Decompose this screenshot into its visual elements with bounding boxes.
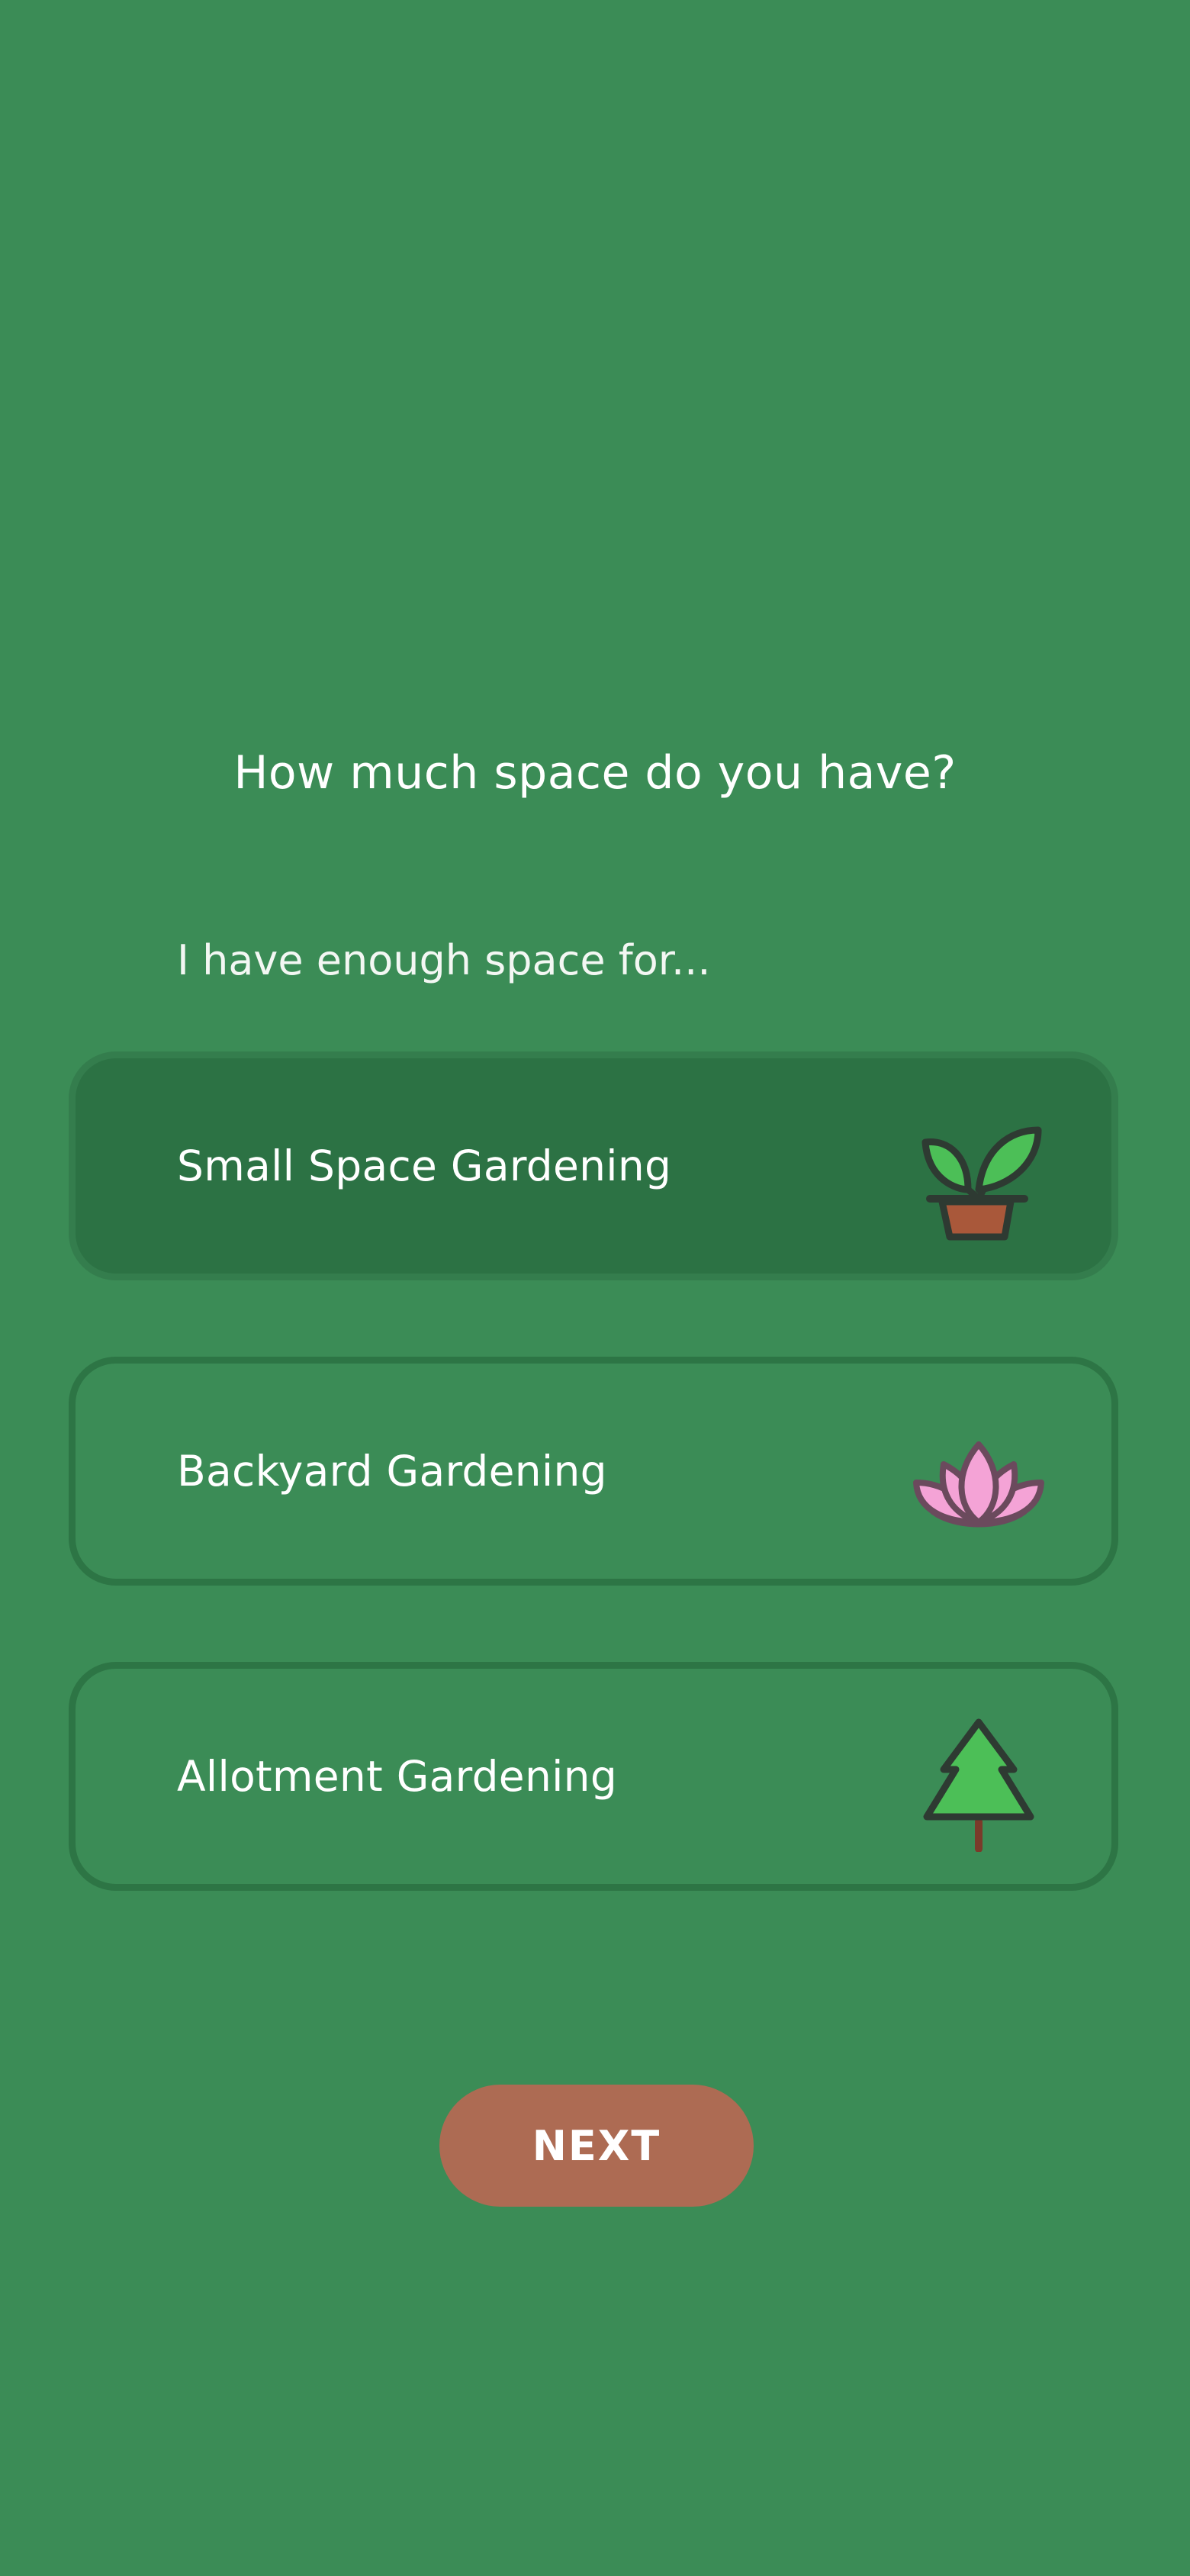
question-title: How much space do you have?: [233, 746, 957, 800]
option-label: Small Space Gardening: [177, 1141, 672, 1190]
pine-tree-icon: [910, 1715, 1047, 1852]
option-allotment-gardening[interactable]: Allotment Gardening: [69, 1662, 1118, 1891]
option-small-space-gardening[interactable]: Small Space Gardening: [69, 1051, 1118, 1280]
subtitle: I have enough space for...: [177, 936, 711, 984]
option-label: Allotment Gardening: [177, 1752, 618, 1801]
lotus-flower-icon: [910, 1409, 1047, 1547]
option-backyard-gardening[interactable]: Backyard Gardening: [69, 1357, 1118, 1586]
option-label: Backyard Gardening: [177, 1447, 607, 1496]
next-button[interactable]: NEXT: [439, 2085, 754, 2207]
potted-seedling-icon: [910, 1104, 1047, 1241]
